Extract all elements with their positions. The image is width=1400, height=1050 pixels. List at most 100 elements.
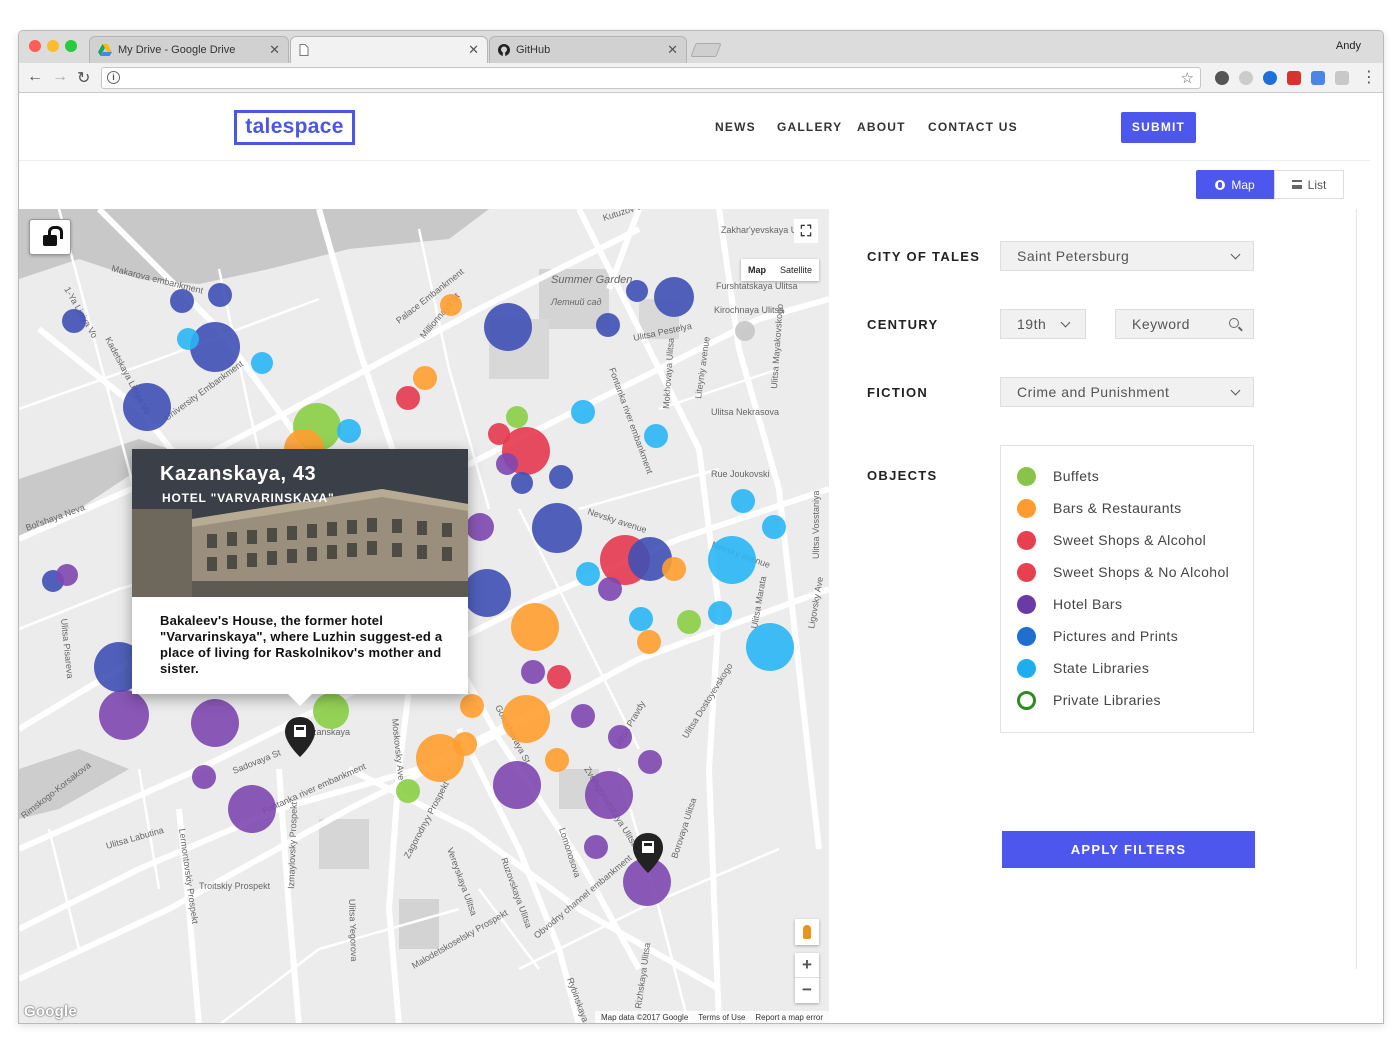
- map[interactable]: Makarova embankment 1-Ya Liniya Vo Kadet…: [19, 209, 829, 1023]
- map-marker[interactable]: [396, 779, 420, 803]
- close-tab-icon[interactable]: ✕: [468, 42, 479, 58]
- object-private-libraries[interactable]: Private Libraries: [1017, 690, 1161, 710]
- panel-scrollbar[interactable]: [1356, 209, 1370, 969]
- camera-extension-icon[interactable]: [1335, 71, 1349, 85]
- map-marker[interactable]: [731, 489, 755, 513]
- nav-news[interactable]: NEWS: [715, 120, 756, 134]
- map-marker[interactable]: [677, 610, 701, 634]
- info-icon[interactable]: i: [107, 71, 120, 84]
- close-tab-icon[interactable]: ✕: [667, 42, 678, 58]
- map-marker[interactable]: [598, 577, 622, 601]
- list-view-button[interactable]: List: [1274, 170, 1344, 199]
- bookmark-star-icon[interactable]: ☆: [1181, 69, 1194, 87]
- map-marker[interactable]: [493, 761, 541, 809]
- map-marker[interactable]: [251, 352, 273, 374]
- nav-gallery[interactable]: GALLERY: [777, 120, 842, 134]
- forward-arrow-icon[interactable]: →: [52, 68, 68, 86]
- map-marker[interactable]: [545, 748, 569, 772]
- tab-github[interactable]: GitHub ✕: [489, 36, 687, 63]
- map-marker[interactable]: [547, 665, 571, 689]
- map-marker[interactable]: [337, 419, 361, 443]
- new-tab-button[interactable]: [690, 43, 722, 57]
- at-extension-icon[interactable]: [1263, 71, 1277, 85]
- back-arrow-icon[interactable]: ←: [27, 68, 43, 86]
- map-marker[interactable]: [228, 785, 276, 833]
- map-marker[interactable]: [484, 303, 532, 351]
- map-marker[interactable]: [440, 294, 462, 316]
- map-marker[interactable]: [460, 694, 484, 718]
- map-marker[interactable]: [637, 630, 661, 654]
- fiction-select[interactable]: Crime and Punishment: [1000, 377, 1254, 407]
- map-marker[interactable]: [521, 660, 545, 684]
- map-marker[interactable]: [626, 280, 648, 302]
- profile-name[interactable]: Andy: [1336, 40, 1361, 52]
- map-marker[interactable]: [585, 771, 633, 819]
- apply-filters-button[interactable]: APPLY FILTERS: [1002, 831, 1255, 868]
- wordpress-extension-icon[interactable]: [1215, 71, 1229, 85]
- zoom-out-button[interactable]: −: [795, 978, 819, 1003]
- map-marker[interactable]: [208, 283, 232, 307]
- map-marker[interactable]: [708, 536, 756, 584]
- map-marker[interactable]: [708, 601, 732, 625]
- chart-extension-icon[interactable]: [1287, 71, 1301, 85]
- map-type-map[interactable]: Map: [741, 259, 773, 281]
- map-type-control[interactable]: Map Satellite: [741, 259, 820, 281]
- map-marker[interactable]: [170, 289, 194, 313]
- nav-about[interactable]: ABOUT: [857, 120, 906, 134]
- address-bar[interactable]: i ☆: [101, 67, 1201, 89]
- map-marker[interactable]: [638, 750, 662, 774]
- object-bars-restaurants[interactable]: Bars & Restaurants: [1017, 498, 1182, 518]
- tab-current-page[interactable]: ✕: [290, 36, 488, 63]
- map-marker[interactable]: [511, 472, 533, 494]
- map-marker[interactable]: [608, 725, 632, 749]
- report-map-error-link[interactable]: Report a map error: [755, 1013, 823, 1023]
- object-sweet-shops-no-alcohol[interactable]: Sweet Shops & No Alcohol: [1017, 562, 1229, 582]
- moon-extension-icon[interactable]: [1239, 71, 1253, 85]
- map-marker[interactable]: [502, 695, 550, 743]
- map-marker[interactable]: [735, 321, 755, 341]
- map-marker[interactable]: [496, 453, 518, 475]
- map-marker[interactable]: [453, 732, 477, 756]
- logo[interactable]: talespace: [234, 110, 355, 145]
- map-marker[interactable]: [584, 835, 608, 859]
- map-marker[interactable]: [56, 564, 78, 586]
- map-marker[interactable]: [466, 513, 494, 541]
- close-window-icon[interactable]: [29, 40, 41, 52]
- map-marker[interactable]: [662, 557, 686, 581]
- map-marker[interactable]: [62, 309, 86, 333]
- map-marker[interactable]: [532, 503, 582, 553]
- map-view-button[interactable]: Map: [1196, 170, 1274, 199]
- map-marker[interactable]: [576, 562, 600, 586]
- reload-icon[interactable]: ↻: [77, 68, 90, 88]
- map-marker[interactable]: [654, 277, 694, 317]
- map-marker[interactable]: [549, 465, 573, 489]
- object-pictures-prints[interactable]: Pictures and Prints: [1017, 626, 1178, 646]
- nav-contact-us[interactable]: CONTACT US: [928, 120, 1018, 134]
- map-marker[interactable]: [629, 607, 653, 631]
- object-hotel-bars[interactable]: Hotel Bars: [1017, 594, 1122, 614]
- google-logo[interactable]: Google: [24, 1003, 77, 1020]
- submit-button[interactable]: SUBMIT: [1121, 112, 1196, 143]
- maximize-window-icon[interactable]: [65, 40, 77, 52]
- map-marker[interactable]: [571, 400, 595, 424]
- map-marker[interactable]: [191, 699, 239, 747]
- browser-menu-icon[interactable]: ⋮: [1361, 67, 1377, 87]
- map-marker[interactable]: [123, 383, 171, 431]
- street-view-pegman-icon[interactable]: [795, 919, 819, 945]
- translate-extension-icon[interactable]: [1311, 71, 1325, 85]
- century-select[interactable]: 19th: [1000, 309, 1086, 339]
- object-state-libraries[interactable]: State Libraries: [1017, 658, 1149, 678]
- map-marker[interactable]: [746, 623, 794, 671]
- map-marker[interactable]: [99, 690, 149, 740]
- map-pin-icon[interactable]: [633, 833, 663, 873]
- object-buffets[interactable]: Buffets: [1017, 466, 1099, 486]
- location-popup[interactable]: Kazanskaya, 43 HOTEL "VARVARINSKAYA" Bak…: [132, 449, 468, 706]
- map-marker[interactable]: [313, 693, 349, 729]
- map-type-satellite[interactable]: Satellite: [773, 259, 819, 281]
- map-marker[interactable]: [571, 704, 595, 728]
- terms-of-use-link[interactable]: Terms of Use: [698, 1013, 745, 1023]
- map-marker[interactable]: [190, 322, 240, 372]
- close-tab-icon[interactable]: ✕: [269, 42, 280, 58]
- minimize-window-icon[interactable]: [47, 40, 59, 52]
- map-marker[interactable]: [192, 765, 216, 789]
